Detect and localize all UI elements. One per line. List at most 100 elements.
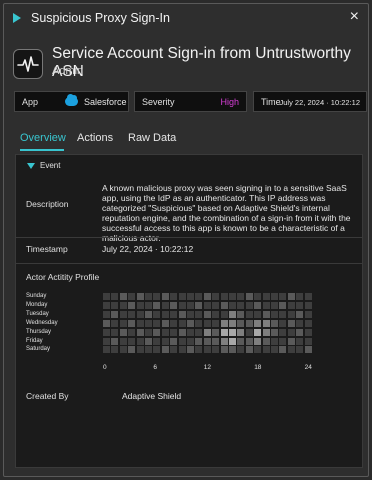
caret-down-icon (27, 162, 35, 169)
heatmap-cell (136, 328, 144, 336)
heatmap-cell (145, 346, 152, 354)
heatmap-cell (103, 310, 110, 318)
heatmap-cell (136, 346, 144, 354)
heatmap-cell (287, 301, 295, 309)
heatmap-cell (254, 310, 262, 318)
heatmap-cell (212, 337, 220, 345)
heatmap-cell (296, 310, 304, 318)
heatmap-cell (103, 328, 110, 336)
overview-content: Event Description A known malicious prox… (15, 154, 363, 468)
tab-overview[interactable]: Overview (20, 132, 66, 144)
heatmap-cell (254, 328, 262, 336)
heatmap-cell (203, 293, 211, 300)
tab-raw-data[interactable]: Raw Data (128, 132, 176, 144)
heatmap-cell (195, 328, 203, 336)
heatmap-cell (170, 319, 178, 327)
severity-value: High (220, 97, 239, 107)
heatmap-cell (287, 310, 295, 318)
heatmap-cell (161, 319, 169, 327)
heatmap-cell (145, 337, 152, 345)
heatmap-cell (178, 310, 186, 318)
panel-title: Suspicious Proxy Sign-In (31, 11, 170, 25)
alert-subtitle: Admin (52, 65, 84, 77)
heatmap-hour-tick: 0 (103, 364, 107, 371)
tab-actions[interactable]: Actions (77, 132, 113, 144)
heatmap-cell (153, 319, 161, 327)
heatmap-cell (229, 301, 236, 309)
heatmap-cell (187, 301, 194, 309)
heatmap-cell (262, 301, 270, 309)
heatmap-cell (103, 319, 110, 327)
alert-panel: Suspicious Proxy Sign-In × Service Accou… (3, 3, 369, 477)
heatmap-cell (237, 310, 245, 318)
heatmap-day-label: Sunday (26, 293, 47, 299)
heatmap-cell (262, 310, 270, 318)
heatmap-cell (296, 337, 304, 345)
heatmap-cell (128, 346, 136, 354)
heatmap-cell (103, 301, 110, 309)
heatmap-cell (119, 319, 127, 327)
heatmap-cell (128, 337, 136, 345)
heatmap-cell (111, 319, 119, 327)
heatmap-cell (287, 337, 295, 345)
heatmap-cell (170, 328, 178, 336)
heatmap-cell (128, 319, 136, 327)
heatmap-cell (279, 293, 287, 300)
heatmap-cell (304, 310, 312, 318)
heatmap-cell (271, 293, 278, 300)
heatmap-cell (212, 293, 220, 300)
heatmap-cell (145, 319, 152, 327)
heatmap-cell (111, 337, 119, 345)
heatmap-cell (279, 319, 287, 327)
heatmap-cell (203, 346, 211, 354)
heatmap-cell (304, 319, 312, 327)
heatmap-cell (229, 310, 236, 318)
heatmap-cell (245, 293, 253, 300)
heatmap-cell (195, 319, 203, 327)
close-icon[interactable]: × (350, 8, 359, 26)
heatmap-cell (296, 293, 304, 300)
heatmap-cell (229, 328, 236, 336)
heatmap-day-label: Wednesday (26, 319, 58, 326)
heatmap-cell (187, 310, 194, 318)
heatmap-cell (220, 346, 228, 354)
play-icon[interactable] (13, 13, 21, 23)
heatmap-cell (229, 293, 236, 300)
heatmap-cell (212, 310, 220, 318)
severity-field: Severity High (134, 91, 247, 112)
heatmap-cell (254, 301, 262, 309)
heatmap-cell (161, 346, 169, 354)
heatmap-cell (119, 328, 127, 336)
event-section-label: Event (40, 161, 61, 170)
heatmap-cell (178, 337, 186, 345)
heatmap-cell (187, 328, 194, 336)
heatmap-cell (178, 328, 186, 336)
heatmap-cell (304, 293, 312, 300)
heatmap-cell (296, 346, 304, 354)
heatmap-cell (161, 293, 169, 300)
event-section-toggle[interactable]: Event (27, 161, 60, 170)
heatmap-cell (111, 328, 119, 336)
heatmap-cell (195, 310, 203, 318)
heatmap-cell (128, 328, 136, 336)
heatmap-cell (161, 328, 169, 336)
heatmap-cell (245, 310, 253, 318)
heatmap-cell (153, 301, 161, 309)
heatmap-cell (153, 310, 161, 318)
heatmap-cell (119, 310, 127, 318)
heatmap-cell (128, 293, 136, 300)
heatmap-cell (237, 301, 245, 309)
heatmap-cell (145, 310, 152, 318)
heatmap-cell (153, 346, 161, 354)
heatmap-cell (287, 319, 295, 327)
heatmap-cell (271, 310, 278, 318)
heatmap-cell (145, 328, 152, 336)
heatmap-cell (212, 328, 220, 336)
heatmap-day-label: Monday (26, 301, 48, 308)
severity-label: Severity (142, 97, 175, 107)
heatmap-hour-tick: 12 (203, 364, 212, 371)
heatmap-cell (237, 337, 245, 345)
heatmap-cell (111, 293, 119, 300)
heatmap-cell (212, 346, 220, 354)
heatmap-day-label: Thursday (26, 328, 52, 335)
